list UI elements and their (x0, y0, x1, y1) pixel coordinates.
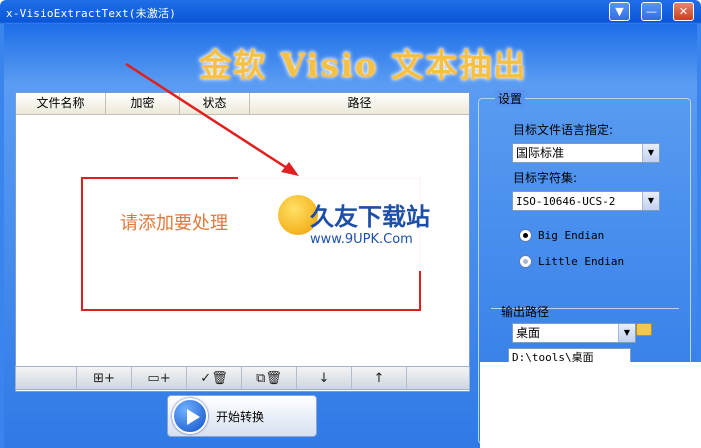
little-endian-radio[interactable]: Little Endian (519, 255, 624, 268)
remove-all-icon[interactable]: ⧉🗑 (241, 367, 296, 389)
minimize-button[interactable]: — (641, 2, 662, 21)
start-convert-label: 开始转换 (216, 409, 265, 424)
folder-browse-icon[interactable] (636, 323, 652, 336)
drop-hint-text: 请添加要处理 (120, 213, 228, 234)
language-select[interactable]: 国际标准 ▼ (512, 143, 660, 163)
radio-selected-icon (519, 229, 532, 242)
file-list-header: 文件名称 加密 状态 路径 (16, 93, 469, 115)
radio-unselected-icon (519, 255, 532, 268)
chevron-down-icon[interactable]: ▼ (642, 192, 659, 210)
output-location-select[interactable]: 桌面 ▼ (512, 323, 636, 343)
start-convert-button[interactable]: 开始转换 (167, 395, 317, 437)
chevron-down-icon[interactable]: ▼ (618, 324, 635, 342)
file-toolbar: ⊞+ ▭+ ✓🗑 ⧉🗑 ↓ ↑ (15, 366, 470, 390)
column-path[interactable]: 路径 (250, 93, 469, 114)
title-bar[interactable]: x-VisioExtractText(未激活) ▼ — ✕ (0, 0, 701, 24)
menu-dropdown-button[interactable]: ▼ (609, 2, 630, 21)
watermark-title: 久友下载站 (310, 203, 430, 231)
watermark-url: www.9UPK.Com (310, 232, 413, 247)
settings-legend: 设置 (495, 90, 526, 107)
move-down-icon[interactable]: ↓ (296, 367, 351, 389)
move-up-icon[interactable]: ↑ (351, 367, 406, 389)
big-endian-radio[interactable]: Big Endian (519, 229, 604, 242)
output-path-label: 输出路径 (501, 305, 550, 319)
window-title: x-VisioExtractText(未激活) (6, 7, 177, 20)
remove-checked-icon[interactable]: ✓🗑 (186, 367, 241, 389)
add-folder-icon[interactable]: ▭+ (131, 367, 186, 389)
charset-value: ISO-10646-UCS-2 (516, 195, 616, 208)
charset-label: 目标字符集: (513, 171, 578, 185)
output-location-value: 桌面 (516, 326, 541, 340)
column-encrypted[interactable]: 加密 (106, 93, 180, 114)
banner-title: 金软 Visio 文本抽出 (199, 46, 528, 84)
big-endian-label: Big Endian (538, 229, 605, 242)
blank-corner (480, 362, 701, 448)
chevron-down-icon[interactable]: ▼ (642, 144, 659, 162)
app-window: x-VisioExtractText(未激活) ▼ — ✕ 金软 Visio 文… (0, 0, 701, 448)
play-icon (172, 398, 208, 434)
column-status[interactable]: 状态 (180, 93, 250, 114)
language-value: 国际标准 (516, 146, 565, 160)
column-filename[interactable]: 文件名称 (16, 93, 106, 114)
close-button[interactable]: ✕ (673, 2, 694, 21)
charset-select[interactable]: ISO-10646-UCS-2 ▼ (512, 191, 660, 211)
little-endian-label: Little Endian (538, 255, 625, 268)
site-watermark: 久友下载站 www.9UPK.Com (238, 177, 463, 271)
add-file-icon[interactable]: ⊞+ (76, 367, 131, 389)
language-label: 目标文件语言指定: (513, 123, 614, 137)
